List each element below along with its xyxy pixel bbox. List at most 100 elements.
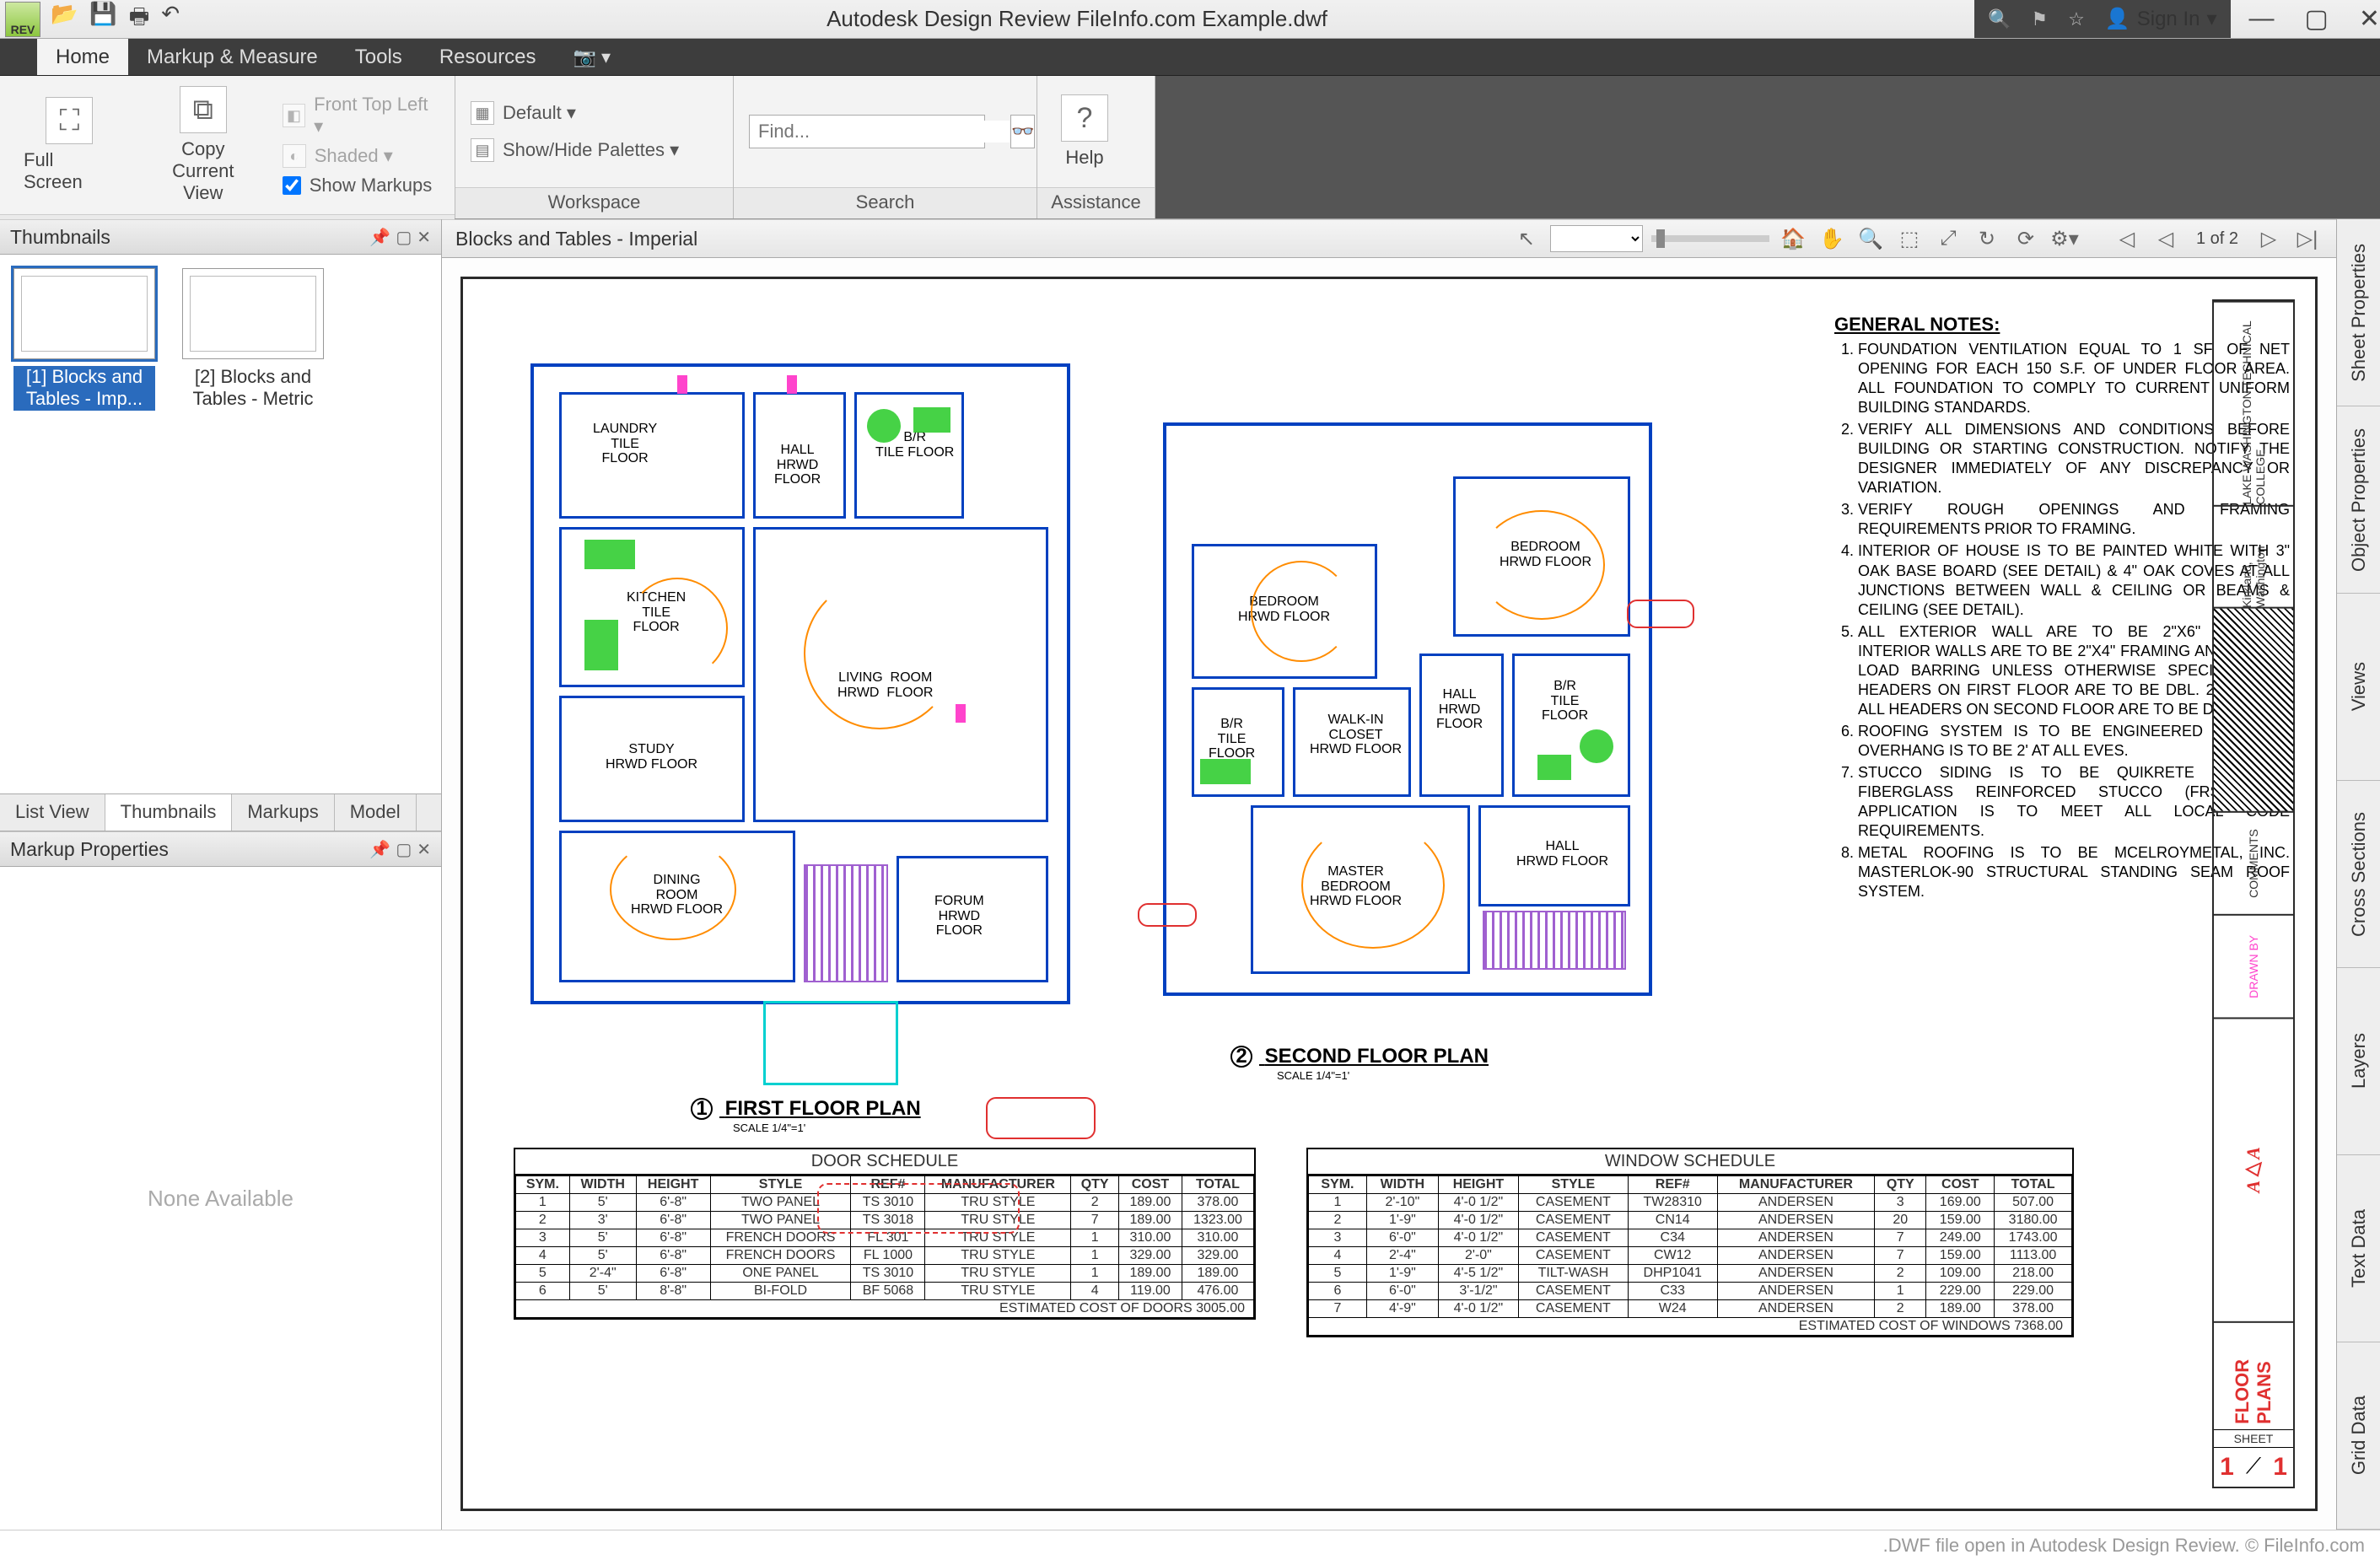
- tab-camera[interactable]: 📷 ▾: [555, 39, 630, 75]
- maximize-button[interactable]: ▢: [2305, 4, 2329, 34]
- door-sched-title: DOOR SCHEDULE: [515, 1149, 1254, 1175]
- show-markups-checkbox[interactable]: Show Markups: [283, 175, 439, 196]
- tb-comments: COMMENTS: [2214, 811, 2293, 914]
- rail-views[interactable]: Views: [2337, 594, 2380, 781]
- fp1-title: FIRST FLOOR PLAN: [725, 1097, 921, 1120]
- scale-select[interactable]: [1550, 225, 1643, 252]
- home-icon[interactable]: 🏠: [1778, 225, 1808, 252]
- group-label-workspace: Workspace: [455, 187, 733, 218]
- markup-cloud-2[interactable]: [1627, 600, 1694, 628]
- tab-markups-list[interactable]: Markups: [232, 794, 334, 831]
- qa-save-icon[interactable]: 💾: [89, 1, 116, 38]
- markup-props-title: Markup Properties: [10, 838, 169, 861]
- tab-model[interactable]: Model: [335, 794, 417, 831]
- help-button[interactable]: ? Help: [1053, 91, 1117, 172]
- app-icon[interactable]: REV: [5, 2, 40, 37]
- mp-menu-icon[interactable]: ▢: [396, 839, 412, 860]
- find-box[interactable]: ▾: [749, 115, 985, 148]
- fullscreen-icon: ⛶: [46, 97, 93, 144]
- thumbnail-1[interactable]: [1] Blocks and Tables - Imp...: [13, 268, 155, 411]
- default-workspace-button[interactable]: ▦Default ▾: [471, 101, 679, 125]
- statusbar: .DWF file open in Autodesk Design Review…: [0, 1530, 2380, 1560]
- cursor-icon[interactable]: ↖: [1511, 225, 1542, 252]
- tab-home[interactable]: Home: [37, 39, 128, 75]
- thumbnail-2[interactable]: [2] Blocks and Tables - Metric: [182, 268, 324, 411]
- rail-text-data[interactable]: Text Data: [2337, 1155, 2380, 1342]
- tb-drawn: DRAWN BY: [2214, 914, 2293, 1017]
- palette-tabs: List View Thumbnails Markups Model: [0, 794, 441, 831]
- markup-cloud-door[interactable]: [817, 1183, 1020, 1234]
- settings-icon[interactable]: ⚙▾: [2049, 225, 2080, 252]
- show-hide-palettes-button[interactable]: ▤Show/Hide Palettes ▾: [471, 138, 679, 162]
- qa-print-icon[interactable]: 🖶: [129, 1, 150, 38]
- fp2-sub: SCALE 1/4"=1': [1277, 1070, 1349, 1082]
- rail-sheet-properties[interactable]: Sheet Properties: [2337, 219, 2380, 406]
- room-hall22: HALL HRWD FLOOR: [1516, 839, 1608, 869]
- rail-object-properties[interactable]: Object Properties: [2337, 406, 2380, 594]
- zoom-in-icon[interactable]: 🔍: [1855, 225, 1886, 252]
- help-label: Help: [1065, 147, 1103, 169]
- window-sched-title: WINDOW SCHEDULE: [1308, 1149, 2072, 1175]
- sign-in-button[interactable]: 👤 Sign In ▾: [2105, 7, 2217, 31]
- mp-close-icon[interactable]: ✕: [417, 839, 431, 860]
- sphere-icon: ◐: [283, 144, 306, 168]
- rail-grid-data[interactable]: Grid Data: [2337, 1342, 2380, 1530]
- search-button[interactable]: 👓: [1010, 115, 1035, 148]
- minimize-button[interactable]: —: [2249, 4, 2275, 34]
- room-study: STUDY HRWD FLOOR: [606, 742, 697, 772]
- tab-tools[interactable]: Tools: [337, 39, 421, 75]
- document-toolbar: Blocks and Tables - Imperial ↖ 🏠 ✋ 🔍 ⬚ ⤢…: [442, 219, 2336, 258]
- tb-flag-icon[interactable]: ⚑: [2031, 8, 2048, 30]
- rail-cross-sections[interactable]: Cross Sections: [2337, 781, 2380, 968]
- drawing-sheet: LAUNDRY TILE FLOOR HALL HRWD FLOOR B/R T…: [460, 277, 2318, 1511]
- prev-sheet-icon[interactable]: ◁: [2112, 225, 2142, 252]
- find-input[interactable]: [750, 121, 1010, 143]
- room-br22: B/R TILE FLOOR: [1542, 679, 1588, 724]
- close-button[interactable]: ✕: [2359, 4, 2380, 34]
- mp-pin-icon[interactable]: 📌: [369, 839, 390, 860]
- panel-menu-icon[interactable]: ▢: [396, 227, 412, 248]
- markup-cloud-3[interactable]: [1138, 903, 1197, 927]
- zoom-slider[interactable]: [1651, 235, 1769, 242]
- show-markups-input[interactable]: [283, 176, 301, 195]
- markup-cloud-1[interactable]: [986, 1097, 1096, 1139]
- chevron-down-icon: ▾: [2206, 7, 2216, 31]
- thumb-1-caption: [1] Blocks and Tables - Imp...: [13, 366, 155, 411]
- rotate-icon[interactable]: ⟳: [2011, 225, 2041, 252]
- orbit-icon[interactable]: ↻: [1972, 225, 2002, 252]
- door-schedule: DOOR SCHEDULE SYM.WIDTHHEIGHTSTYLEREF#MA…: [514, 1148, 1256, 1320]
- tb-fp-label: FLOOR PLANS: [2214, 1321, 2293, 1424]
- zoom-window-icon[interactable]: ⬚: [1894, 225, 1925, 252]
- ribbon: ⛶ Full Screen ⧉ Copy Current View ◧Front…: [0, 76, 2380, 219]
- zoom-extents-icon[interactable]: ⤢: [1933, 225, 1963, 252]
- tab-markup-measure[interactable]: Markup & Measure: [128, 39, 337, 75]
- panel-close-icon[interactable]: ✕: [417, 227, 431, 248]
- qa-open-icon[interactable]: 📂: [51, 1, 78, 38]
- thumbnails-title: Thumbnails: [10, 226, 110, 249]
- tb-college: LAKE WASHINGTON TECHNICAL COLLEGE: [2214, 301, 2293, 505]
- front-top-left-button[interactable]: ◧Front Top Left ▾: [283, 94, 439, 137]
- tab-list-view[interactable]: List View: [0, 794, 105, 831]
- panel-pin-icon[interactable]: 📌: [369, 227, 390, 248]
- fp2-title: SECOND FLOOR PLAN: [1265, 1045, 1489, 1068]
- rail-layers[interactable]: Layers: [2337, 968, 2380, 1155]
- tab-thumbnails[interactable]: Thumbnails: [105, 794, 233, 831]
- canvas[interactable]: LAUNDRY TILE FLOOR HALL HRWD FLOOR B/R T…: [442, 258, 2336, 1530]
- window-schedule: WINDOW SCHEDULE SYM.WIDTHHEIGHTSTYLEREF#…: [1306, 1148, 2074, 1337]
- copy-view-button[interactable]: ⧉ Copy Current View: [141, 83, 266, 207]
- cube-icon: ◧: [283, 104, 305, 127]
- next-icon[interactable]: ▷: [2253, 225, 2284, 252]
- tab-resources[interactable]: Resources: [421, 39, 555, 75]
- next-sheet-icon[interactable]: ▷|: [2292, 225, 2323, 252]
- group-label-search: Search: [734, 187, 1037, 218]
- pan-icon[interactable]: ✋: [1817, 225, 1847, 252]
- tb-star-icon[interactable]: ☆: [2068, 8, 2085, 30]
- show-markups-label: Show Markups: [310, 175, 433, 196]
- prev-icon[interactable]: ◁: [2151, 225, 2181, 252]
- qa-undo-icon[interactable]: ↶: [161, 1, 180, 38]
- workspace-icon: ▦: [471, 101, 494, 125]
- shaded-button[interactable]: ◐Shaded ▾: [283, 144, 439, 168]
- fp1-sub: SCALE 1/4"=1': [733, 1122, 805, 1134]
- tb-binoculars-icon[interactable]: 🔍: [1988, 8, 2011, 30]
- full-screen-button[interactable]: ⛶ Full Screen: [15, 94, 124, 196]
